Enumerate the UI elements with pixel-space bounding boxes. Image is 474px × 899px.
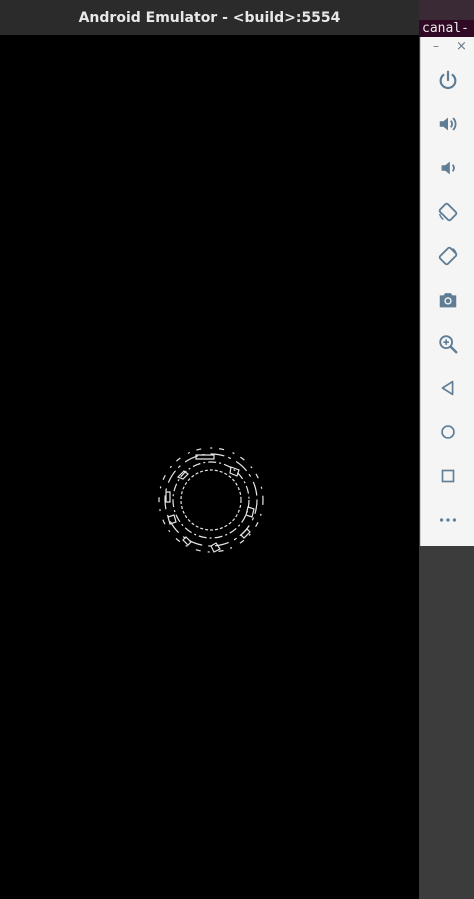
volume-down-icon xyxy=(441,161,455,175)
home-circle-icon xyxy=(441,425,455,439)
terminal-tab-text: canal- xyxy=(422,21,469,36)
overview-button[interactable] xyxy=(435,463,461,489)
emulator-side-toolbar: – × xyxy=(420,37,474,546)
device-screen[interactable] xyxy=(0,35,419,899)
close-button[interactable]: × xyxy=(456,39,467,54)
overview-square-icon xyxy=(441,469,455,483)
terminal-window-fragment[interactable]: canal- xyxy=(419,20,474,37)
back-button[interactable] xyxy=(435,375,461,401)
rotate-right-icon xyxy=(438,246,458,266)
rotate-left-button[interactable] xyxy=(435,199,461,225)
screenshot-button[interactable] xyxy=(435,287,461,313)
zoom-button[interactable] xyxy=(435,331,461,357)
volume-up-button[interactable] xyxy=(435,111,461,137)
volume-down-button[interactable] xyxy=(435,155,461,181)
toolbar-header: – × xyxy=(421,37,474,59)
emulator-title-bar[interactable]: Android Emulator - <build>:5554 xyxy=(0,0,419,35)
background-window-strip xyxy=(419,0,474,20)
rotate-right-button[interactable] xyxy=(435,243,461,269)
zoom-in-icon xyxy=(439,335,458,354)
minimize-button[interactable]: – xyxy=(433,39,439,53)
volume-up-icon xyxy=(439,117,457,131)
camera-icon xyxy=(439,293,457,308)
boot-animation-logo xyxy=(158,447,264,553)
back-triangle-icon xyxy=(441,380,454,396)
more-dots-icon xyxy=(439,518,457,522)
rotate-left-icon xyxy=(438,202,458,222)
desktop-background xyxy=(420,546,474,899)
power-button[interactable] xyxy=(435,67,461,93)
power-icon xyxy=(439,70,457,90)
home-button[interactable] xyxy=(435,419,461,445)
window-title: Android Emulator - <build>:5554 xyxy=(78,9,341,26)
more-button[interactable] xyxy=(435,507,461,533)
